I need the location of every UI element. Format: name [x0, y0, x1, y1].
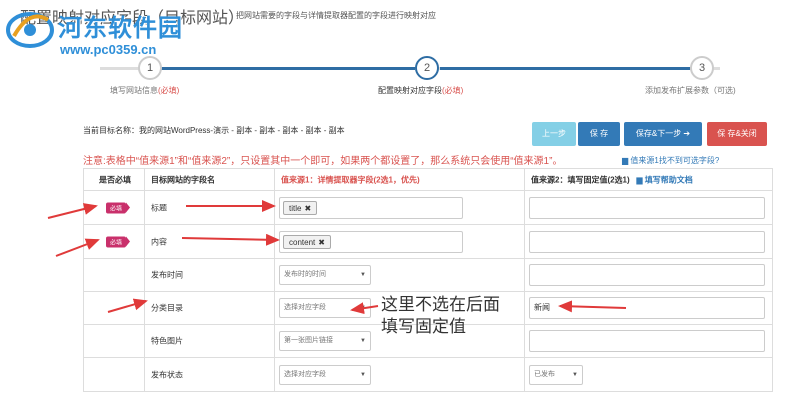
- watermark-logo-icon: [6, 12, 54, 48]
- annotation-line-1: 这里不选在后面: [381, 295, 500, 315]
- source1-select[interactable]: 发布时的时间 ▼: [279, 265, 371, 285]
- notice-text: 注意:表格中“值来源1”和“值来源2”，只设置其中一个即可，如果两个都设置了，那…: [83, 156, 563, 167]
- chevron-down-icon: ▼: [360, 371, 366, 378]
- selected-tag: content ✖: [283, 234, 331, 249]
- save-close-button[interactable]: 保 存&关闭: [707, 122, 767, 146]
- field-name: 发布状态: [151, 370, 183, 379]
- annotation-text: 这里不选在后面 填写固定值: [381, 294, 500, 338]
- step-1-label: 填写网站信息(必填): [110, 86, 180, 95]
- source1-tag-input[interactable]: content ✖: [279, 230, 463, 253]
- step-2-circle[interactable]: 2: [415, 56, 439, 80]
- source1-select[interactable]: 选择对应字段 ▼: [279, 364, 371, 385]
- step-track-done-2: [440, 67, 690, 70]
- chevron-down-icon: ▼: [360, 305, 366, 311]
- source1-select[interactable]: 选择对应字段 ▼: [279, 298, 371, 318]
- header-source1: 值来源1：详情提取器字段(2选1，优先): [281, 175, 420, 184]
- fixed-value-input[interactable]: [529, 330, 765, 352]
- field-mapping-table: 是否必填 目标网站的字段名 值来源1：详情提取器字段(2选1，优先) 值来源2：…: [83, 168, 773, 400]
- table-row: 必填 内容 content ✖: [83, 225, 773, 259]
- field-name: 发布时间: [151, 270, 183, 280]
- header-required: 是否必填: [99, 175, 131, 184]
- source1-help-link[interactable]: ▆ 值来源1找不到可选字段?: [622, 155, 719, 166]
- fixed-value-input[interactable]: [529, 230, 765, 253]
- prev-step-button[interactable]: 上一步: [532, 122, 576, 146]
- step-3-circle[interactable]: 3: [690, 56, 714, 80]
- source1-tag-input[interactable]: title ✖: [279, 196, 463, 219]
- required-badge: 必填: [106, 236, 131, 247]
- annotation-line-2: 填写固定值: [381, 317, 466, 337]
- step-3-label: 添加发布扩展参数（可选): [645, 86, 736, 95]
- field-name: 分类目录: [151, 303, 183, 313]
- chevron-down-icon: ▼: [572, 371, 578, 378]
- fixed-value-input[interactable]: [529, 196, 765, 219]
- fixed-value-select[interactable]: 已发布 ▼: [529, 364, 583, 385]
- header-field: 目标网站的字段名: [151, 175, 215, 184]
- remove-tag-icon[interactable]: ✖: [304, 204, 311, 213]
- chevron-down-icon: ▼: [360, 272, 366, 278]
- watermark-url: www.pc0359.cn: [60, 42, 157, 57]
- save-next-button[interactable]: 保存&下一步 ➔: [624, 122, 702, 146]
- step-track-done-1: [160, 67, 415, 70]
- save-button[interactable]: 保 存: [578, 122, 620, 146]
- page-description: 把网站需要的字段与详情提取器配置的字段进行映射对应: [236, 11, 436, 20]
- field-name: 内容: [151, 237, 167, 246]
- field-name: 标题: [151, 203, 167, 212]
- table-row: 发布状态 选择对应字段 ▼ 已发布 ▼: [83, 358, 773, 392]
- remove-tag-icon[interactable]: ✖: [318, 238, 325, 247]
- current-target-name: 当前目标名称：我的网站WordPress-演示 - 副本 - 副本 - 副本 -…: [83, 126, 345, 135]
- help-doc-link[interactable]: ▆ 填写帮助文档: [636, 175, 692, 184]
- watermark-brand: 河东软件园: [58, 15, 183, 42]
- required-badge: 必填: [106, 202, 131, 213]
- source1-select[interactable]: 第一张图片链接 ▼: [279, 331, 371, 351]
- selected-tag: title ✖: [283, 200, 318, 215]
- fixed-value-input[interactable]: [529, 264, 765, 286]
- fixed-value-input[interactable]: 新闻: [529, 297, 765, 319]
- watermark: 河东软件园 www.pc0359.cn: [0, 0, 230, 62]
- field-name: 特色图片: [151, 336, 183, 346]
- table-row: 必填 标题 title ✖: [83, 191, 773, 225]
- step-2-label: 配置映射对应字段(必填): [378, 86, 464, 95]
- chevron-down-icon: ▼: [360, 338, 366, 344]
- table-header-row: 是否必填 目标网站的字段名 值来源1：详情提取器字段(2选1，优先) 值来源2：…: [83, 169, 773, 191]
- header-source2: 值来源2：填写固定值(2选1) ▆ 填写帮助文档: [531, 175, 693, 184]
- table-row: 发布时间 发布时的时间 ▼: [83, 259, 773, 292]
